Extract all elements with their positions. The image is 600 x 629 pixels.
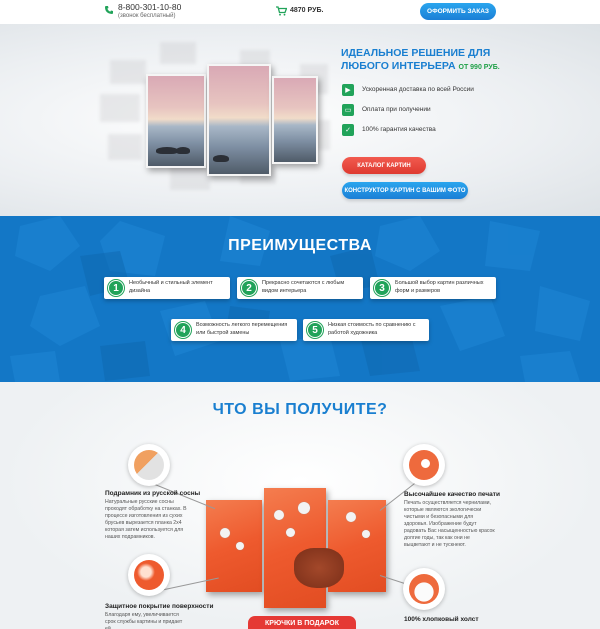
advantage-number: 2 xyxy=(241,280,257,296)
ghost-frame xyxy=(110,60,146,84)
header-bar: 8-800-301-10-80 (звонок бесплатный) 4870… xyxy=(0,0,600,24)
advantage-card: 2 Прекрасно сочетаются с любым видом инт… xyxy=(237,277,363,299)
checklist-icon: ✓ xyxy=(342,124,354,136)
ghost-frame xyxy=(100,94,140,122)
coating-title: Защитное покрытие поверхности xyxy=(105,603,214,610)
advantage-number: 4 xyxy=(175,322,191,338)
advantage-card: 4 Возможность легкого перемещения или бы… xyxy=(171,319,297,341)
advantage-number: 5 xyxy=(307,322,323,338)
ghost-frame xyxy=(108,134,142,160)
advantage-number: 1 xyxy=(108,280,124,296)
painting-panel-center xyxy=(207,64,271,176)
advantage-text: Большой выбор картин различных форм и ра… xyxy=(395,280,484,294)
hero-feature-text: Оплата при получении xyxy=(362,106,431,113)
hero-title: ИДЕАЛЬНОЕ РЕШЕНИЕ ДЛЯ ЛЮБОГО ИНТЕРЬЕРА О… xyxy=(341,47,541,74)
cotton-canvas-image xyxy=(403,568,445,610)
painting-panel-right xyxy=(272,76,318,164)
coating-image xyxy=(128,554,170,596)
catalog-button[interactable]: КАТАЛОГ КАРТИН xyxy=(342,157,426,174)
advantage-text: Необычный и стильный элемент дизайна xyxy=(129,280,213,294)
ink-print-image xyxy=(403,444,445,486)
gift-hooks-ribbon: КРЮЧКИ В ПОДАРОК xyxy=(248,616,356,629)
advantages-title: ПРЕИМУЩЕСТВА xyxy=(228,237,372,254)
phone-number[interactable]: 8-800-301-10-80 xyxy=(118,3,181,12)
advantage-card: 3 Большой выбор картин различных форм и … xyxy=(370,277,496,299)
phone-block[interactable]: 8-800-301-10-80 (звонок бесплатный) xyxy=(118,3,181,21)
frame-wood-image xyxy=(128,444,170,486)
hero-feature-guarantee: ✓ 100% гарантия качества xyxy=(342,124,512,138)
advantage-number: 3 xyxy=(374,280,390,296)
hero-feature-text: 100% гарантия качества xyxy=(362,126,436,133)
print-text: Печать осуществляется чернилами, которые… xyxy=(404,500,495,548)
canvas-title: 100% хлопковый холст xyxy=(404,616,479,623)
hero-feature-text: Ускоренная доставка по всей России xyxy=(362,86,474,93)
order-button[interactable]: ОФОРМИТЬ ЗАКАЗ xyxy=(420,3,496,20)
advantage-card: 1 Необычный и стильный элемент дизайна xyxy=(104,277,230,299)
advantage-text: Низкая стоимость по сравнению с работой … xyxy=(328,322,416,336)
frame-title: Подрамник из русской сосны xyxy=(105,490,201,497)
print-title: Высочайшее качество печати xyxy=(404,491,500,498)
painting-panel-left xyxy=(146,74,206,168)
cart-sum[interactable]: 4870 РУБ. xyxy=(290,7,323,14)
advantage-text: Прекрасно сочетаются с любым видом интер… xyxy=(262,280,345,294)
ghost-frame xyxy=(160,42,196,64)
advantage-text: Возможность легкого перемещения или быст… xyxy=(196,322,288,336)
constructor-button[interactable]: КОНСТРУКТОР КАРТИН С ВАШИМ ФОТО xyxy=(342,182,468,199)
advantage-card: 5 Низкая стоимость по сравнению с работо… xyxy=(303,319,429,341)
phone-note: (звонок бесплатный) xyxy=(118,13,176,19)
coating-text: Благодаря ему, увеличивается срок службы… xyxy=(105,612,183,629)
vase-image xyxy=(294,548,344,588)
hero-price: ОТ 990 РУБ. xyxy=(458,64,500,71)
cart-icon[interactable] xyxy=(276,6,287,16)
hero-feature-delivery: ▶ Ускоренная доставка по всей России xyxy=(342,84,512,98)
hero-feature-payment: ▭ Оплата при получении xyxy=(342,104,512,118)
frame-text: Натуральные русские сосны проходят обраб… xyxy=(105,499,187,540)
wallet-icon: ▭ xyxy=(342,104,354,116)
what-you-get-title: ЧТО ВЫ ПОЛУЧИТЕ? xyxy=(212,401,388,418)
phone-icon xyxy=(105,6,113,14)
truck-icon: ▶ xyxy=(342,84,354,96)
